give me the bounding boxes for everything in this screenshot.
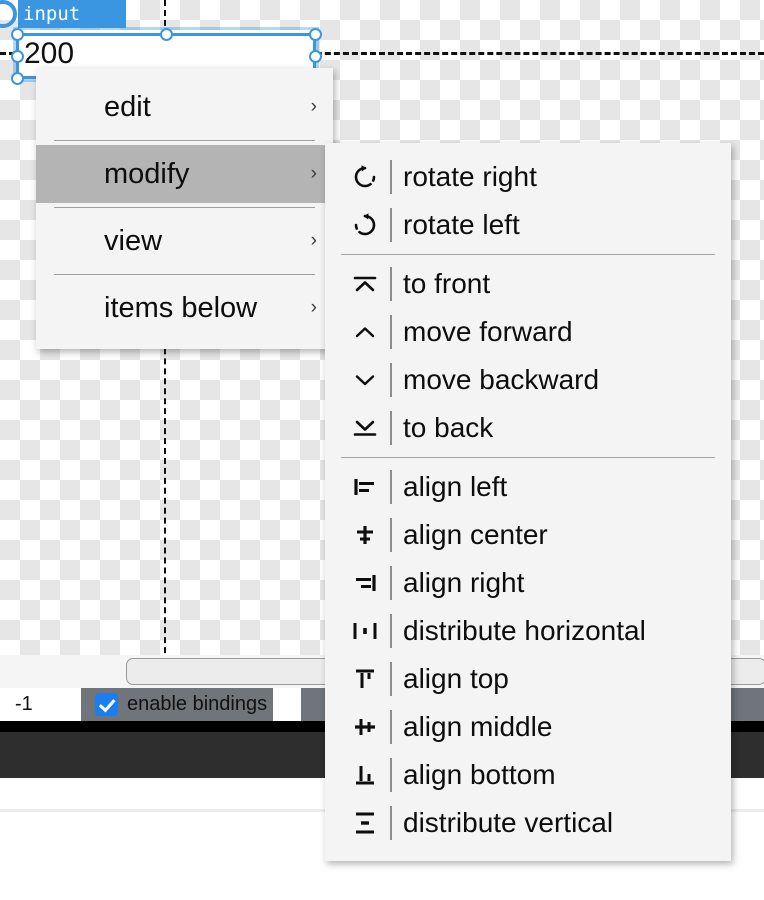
enable-bindings-checkbox[interactable] (95, 693, 118, 716)
modify-submenu[interactable]: rotate right rotate left to front move f… (325, 143, 731, 861)
icon-divider (390, 315, 392, 349)
chevron-right-icon: › (310, 297, 317, 318)
menu-item-view[interactable]: view › (36, 212, 333, 270)
submenu-item-to-back[interactable]: to back (325, 404, 731, 452)
align-center-icon (343, 518, 387, 552)
icon-divider (390, 566, 392, 600)
move-forward-icon (343, 315, 387, 349)
to-back-icon (343, 411, 387, 445)
submenu-item-label: align top (403, 663, 509, 694)
submenu-item-label: distribute vertical (403, 807, 614, 838)
menu-separator (54, 140, 315, 141)
icon-divider (390, 160, 392, 194)
submenu-item-label: rotate left (403, 209, 520, 240)
submenu-item-to-front[interactable]: to front (325, 260, 731, 308)
submenu-item-rotate-left[interactable]: rotate left (325, 201, 731, 249)
menu-separator (54, 274, 315, 275)
submenu-item-label: to front (403, 268, 491, 299)
rotate-right-icon (343, 160, 387, 194)
distribute-horizontal-icon (343, 614, 387, 648)
object-name-label: input (18, 0, 126, 28)
submenu-item-align-center[interactable]: align center (325, 511, 731, 559)
status-number-field[interactable]: -1 (0, 688, 81, 721)
menu-item-modify[interactable]: modify › (36, 145, 333, 203)
chevron-right-icon: › (310, 96, 317, 117)
resize-handle-top-left[interactable] (11, 28, 24, 41)
resize-handle-top-center[interactable] (160, 28, 173, 41)
icon-divider (390, 806, 392, 840)
resize-handle-middle-right[interactable] (309, 50, 322, 63)
icon-divider (390, 208, 392, 242)
submenu-item-align-top[interactable]: align top (325, 655, 731, 703)
align-middle-icon (343, 710, 387, 744)
icon-divider (390, 710, 392, 744)
submenu-separator (341, 457, 715, 458)
align-bottom-icon (343, 758, 387, 792)
resize-handle-top-right[interactable] (309, 28, 322, 41)
submenu-item-move-forward[interactable]: move forward (325, 308, 731, 356)
submenu-item-label: to back (403, 412, 494, 443)
menu-item-label: edit (104, 90, 151, 123)
menu-item-label: modify (104, 157, 190, 190)
enable-bindings-control[interactable]: enable bindings (81, 688, 267, 721)
icon-divider (390, 363, 392, 397)
app-window: 200 input -1 enable bindings edit › modi… (0, 0, 764, 900)
menu-item-label: view (104, 224, 163, 257)
icon-divider (390, 614, 392, 648)
menu-item-items-below[interactable]: items below › (36, 279, 333, 337)
resize-handle-middle-left[interactable] (11, 50, 24, 63)
submenu-item-label: align middle (403, 711, 553, 742)
icon-divider (390, 758, 392, 792)
submenu-item-distribute-vertical[interactable]: distribute vertical (325, 799, 731, 847)
icon-divider (390, 518, 392, 552)
distribute-vertical-icon (343, 806, 387, 840)
object-value-text: 200 (24, 37, 75, 70)
status-extra-field[interactable] (273, 688, 302, 721)
submenu-item-label: move forward (403, 316, 573, 347)
submenu-item-align-middle[interactable]: align middle (325, 703, 731, 751)
menu-separator (54, 207, 315, 208)
icon-divider (390, 411, 392, 445)
submenu-item-label: rotate right (403, 161, 537, 192)
submenu-item-label: align left (403, 471, 508, 502)
align-right-icon (343, 566, 387, 600)
menu-item-edit[interactable]: edit › (36, 78, 333, 136)
submenu-item-label: align bottom (403, 759, 556, 790)
chevron-right-icon: › (310, 230, 317, 251)
align-top-icon (343, 662, 387, 696)
icon-divider (390, 662, 392, 696)
submenu-item-label: move backward (403, 364, 600, 395)
chevron-right-icon: › (310, 163, 317, 184)
submenu-item-label: align right (403, 567, 525, 598)
enable-bindings-label: enable bindings (127, 693, 268, 715)
align-left-icon (343, 470, 387, 504)
rotate-left-icon (343, 208, 387, 242)
move-backward-icon (343, 363, 387, 397)
resize-handle-bottom-left[interactable] (11, 72, 24, 85)
submenu-item-align-left[interactable]: align left (325, 463, 731, 511)
icon-divider (390, 267, 392, 301)
submenu-separator (341, 254, 715, 255)
to-front-icon (343, 267, 387, 301)
submenu-item-align-right[interactable]: align right (325, 559, 731, 607)
submenu-item-align-bottom[interactable]: align bottom (325, 751, 731, 799)
icon-divider (390, 470, 392, 504)
submenu-item-distribute-horizontal[interactable]: distribute horizontal (325, 607, 731, 655)
context-menu[interactable]: edit › modify › view › items below › (36, 68, 333, 349)
submenu-item-label: distribute horizontal (403, 615, 646, 646)
submenu-item-label: align center (403, 519, 548, 550)
submenu-item-rotate-right[interactable]: rotate right (325, 153, 731, 201)
menu-item-label: items below (104, 291, 258, 324)
submenu-item-move-backward[interactable]: move backward (325, 356, 731, 404)
